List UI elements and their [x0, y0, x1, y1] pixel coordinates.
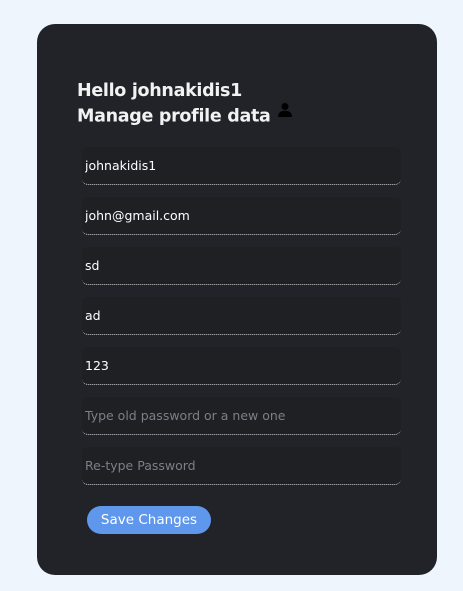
- retype-password-input[interactable]: [82, 447, 401, 484]
- email-field[interactable]: [82, 197, 401, 235]
- email-input[interactable]: [82, 197, 401, 234]
- profile-card: Hello johnakidis1 Manage profile data Sa…: [37, 24, 437, 575]
- password-input[interactable]: [82, 397, 401, 434]
- page-title: Hello johnakidis1 Manage profile data: [77, 79, 293, 130]
- greeting-text: Hello johnakidis1: [77, 81, 243, 101]
- subtitle-text: Manage profile data: [77, 106, 271, 127]
- retype-password-field[interactable]: [82, 447, 401, 485]
- subtitle-line: Manage profile data: [77, 101, 293, 130]
- password-field[interactable]: [82, 397, 401, 435]
- phone-field[interactable]: [82, 347, 401, 385]
- first-name-input[interactable]: [82, 247, 401, 284]
- save-changes-button[interactable]: Save Changes: [87, 506, 211, 534]
- phone-input[interactable]: [82, 347, 401, 384]
- first-name-field[interactable]: [82, 247, 401, 285]
- username-field[interactable]: [82, 147, 401, 185]
- user-icon: [277, 101, 293, 126]
- username-input[interactable]: [82, 147, 401, 184]
- last-name-field[interactable]: [82, 297, 401, 335]
- last-name-input[interactable]: [82, 297, 401, 334]
